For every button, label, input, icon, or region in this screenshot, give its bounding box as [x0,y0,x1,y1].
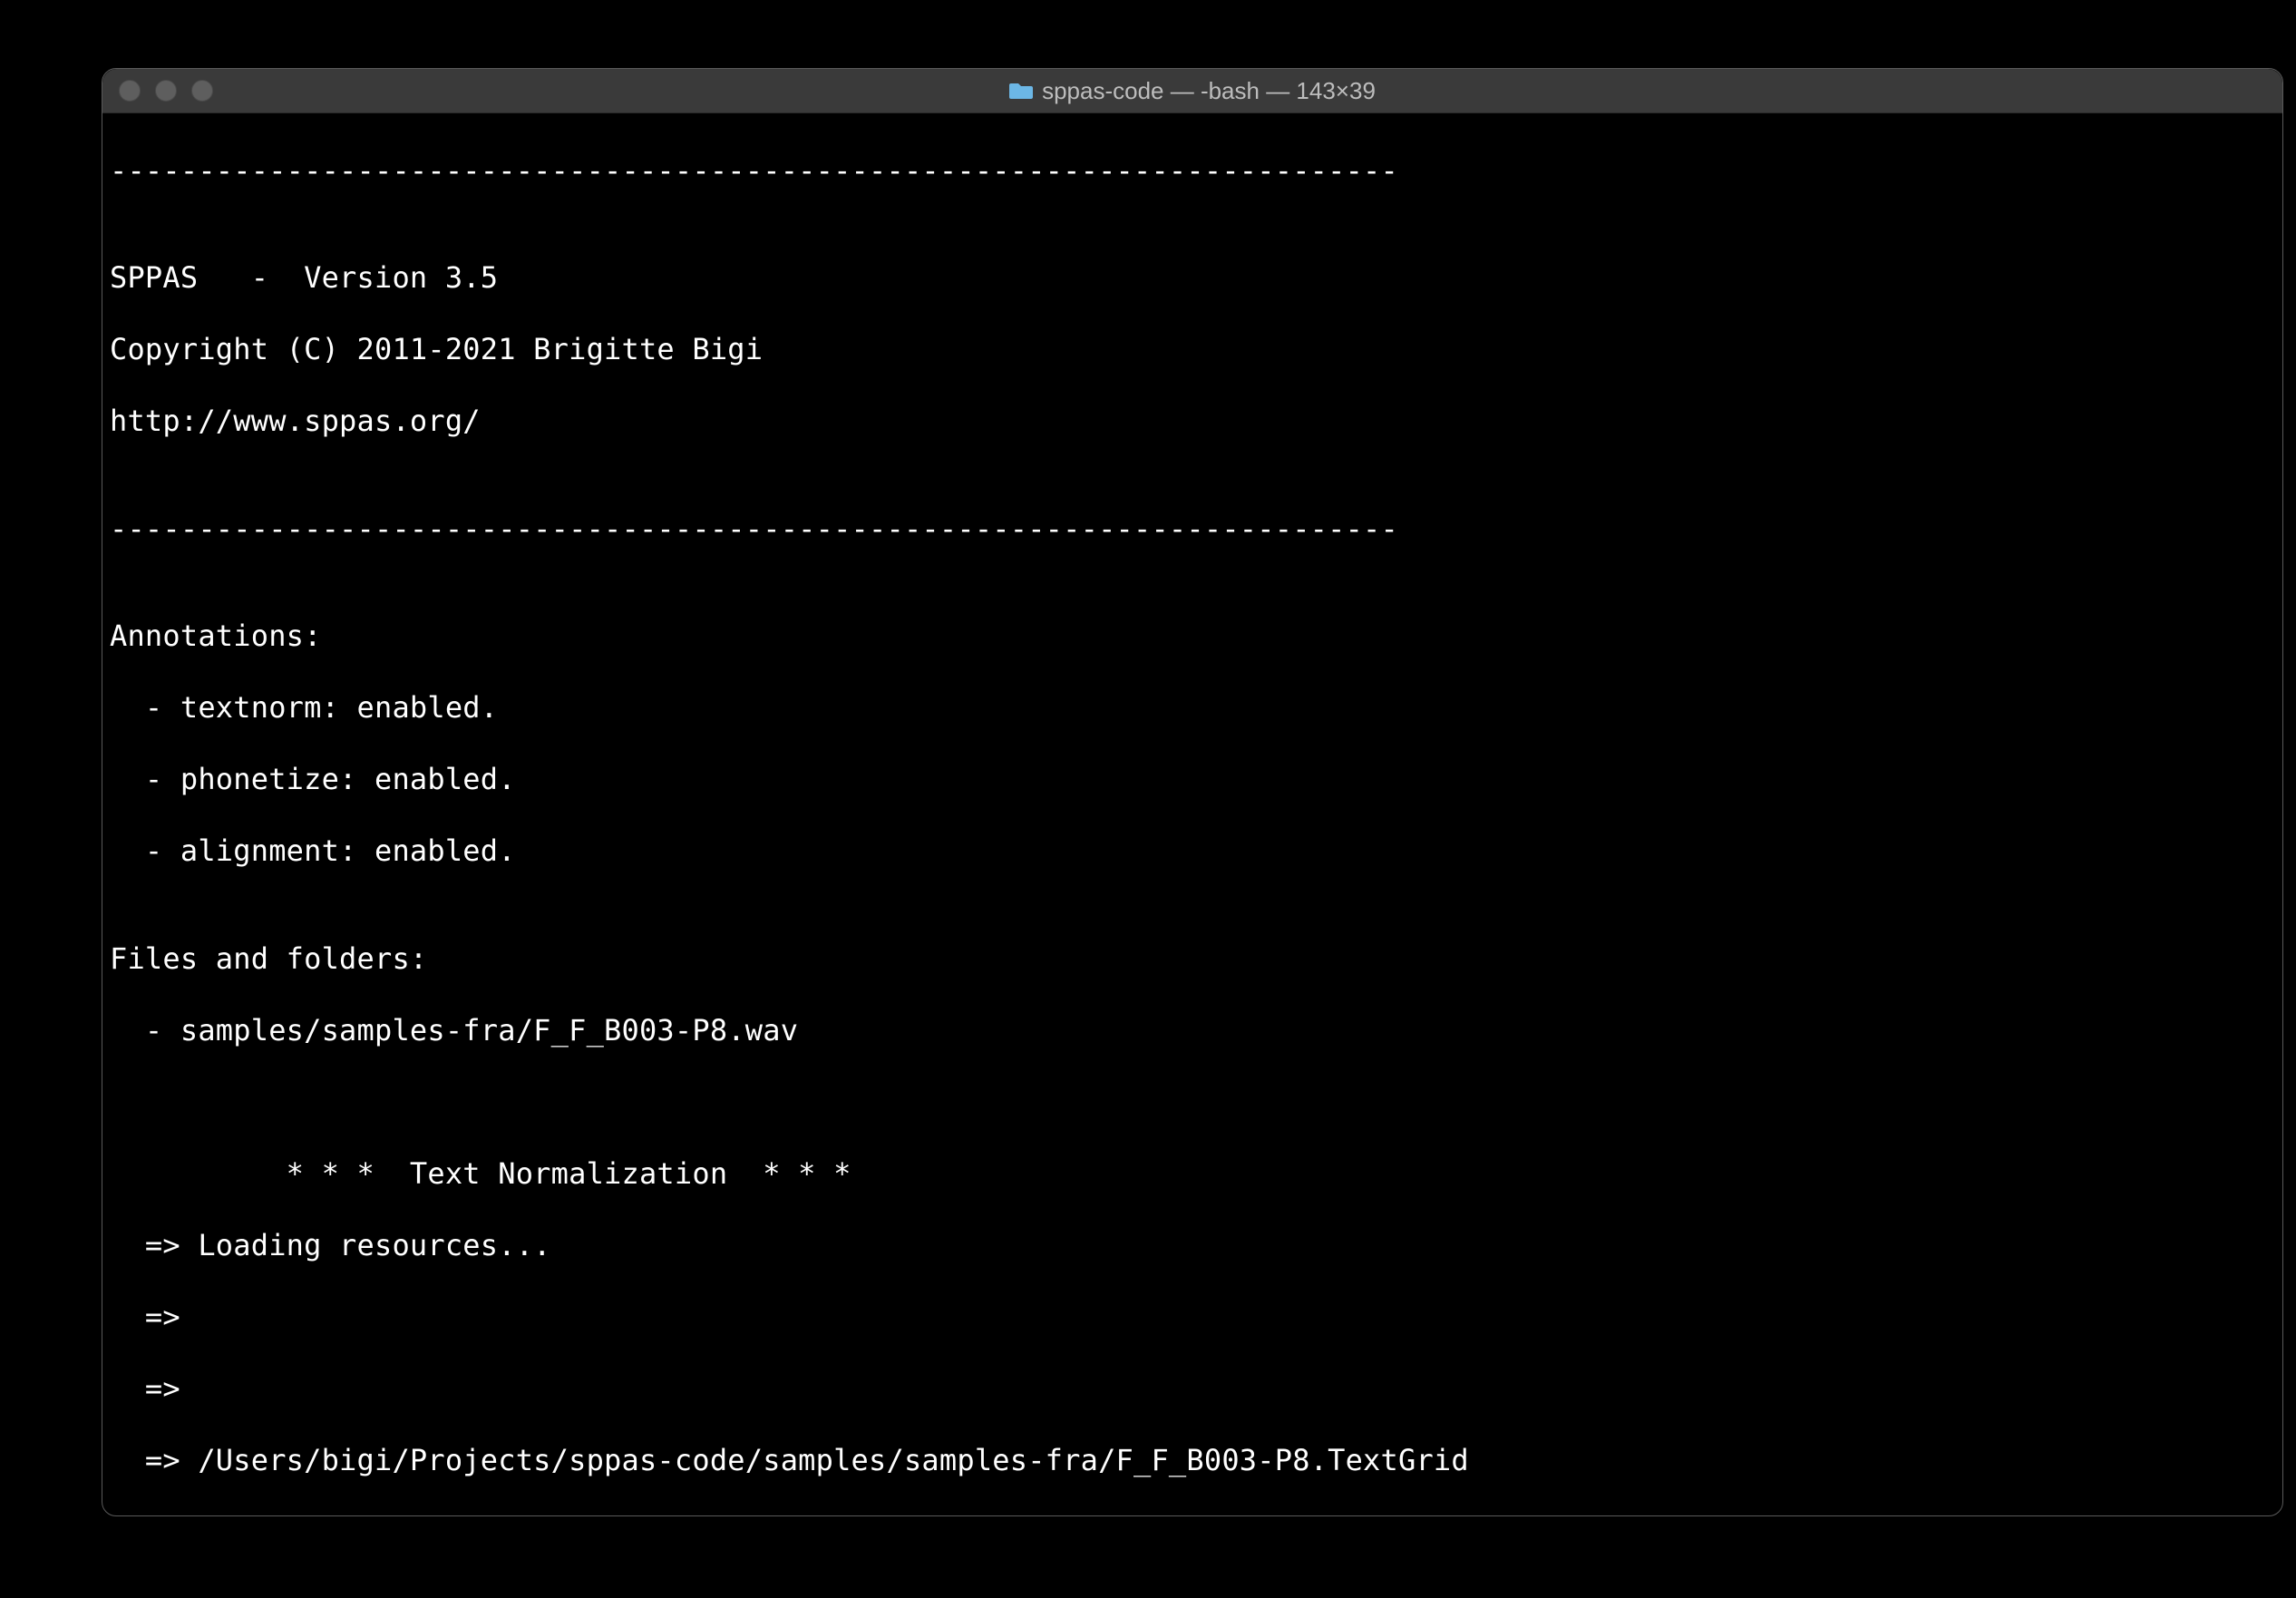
output-line: ----------------------------------------… [110,512,2275,548]
terminal-body[interactable]: ----------------------------------------… [102,113,2282,1516]
traffic-lights [119,80,213,102]
output-line: Files and folders: [110,941,2275,978]
titlebar[interactable]: sppas-code — -bash — 143×39 [102,69,2282,113]
minimize-button[interactable] [155,80,177,102]
output-line: - textnorm: enabled. [110,690,2275,726]
output-line: => /Users/bigi/Projects/sppas-code/sampl… [110,1443,2275,1479]
window-title: sppas-code — -bash — 143×39 [1009,77,1376,105]
output-line: Copyright (C) 2011-2021 Brigitte Bigi [110,332,2275,368]
zoom-button[interactable] [191,80,213,102]
output-line: http://www.sppas.org/ [110,404,2275,440]
output-line: Annotations: [110,619,2275,655]
output-line: => [110,1371,2275,1408]
output-line: SPPAS - Version 3.5 [110,260,2275,297]
output-line: - alignment: enabled. [110,833,2275,870]
output-line: => Terminé. (1 / 1 fichiers ont été trai… [110,1515,2275,1517]
close-button[interactable] [119,80,141,102]
output-line: ----------------------------------------… [110,153,2275,190]
folder-icon [1009,82,1033,100]
output-line: => [110,1300,2275,1336]
output-line: * * * Text Normalization * * * [110,1156,2275,1193]
output-line: => Loading resources... [110,1228,2275,1264]
output-line: - phonetize: enabled. [110,762,2275,798]
output-line: - samples/samples-fra/F_F_B003-P8.wav [110,1013,2275,1049]
window-title-text: sppas-code — -bash — 143×39 [1042,77,1376,105]
terminal-window: sppas-code — -bash — 143×39 ------------… [102,68,2283,1516]
